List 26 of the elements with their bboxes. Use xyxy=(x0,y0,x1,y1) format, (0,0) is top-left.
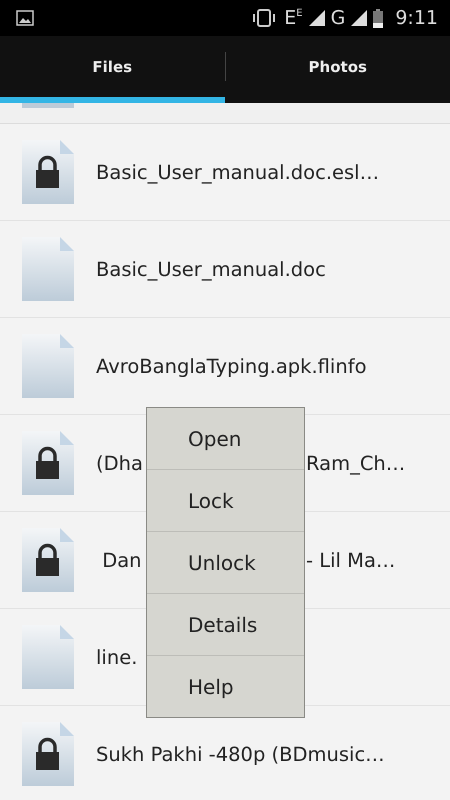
menu-item[interactable]: Lock xyxy=(147,469,304,531)
file-name: AvroBanglaTyping.apk.flinfo xyxy=(96,354,367,378)
file-name: Basic_User_manual.doc xyxy=(96,258,326,280)
locked-file-icon xyxy=(22,528,74,592)
file-name: Basic_User_manual.doc.esl… xyxy=(96,160,380,184)
menu-item[interactable]: Open xyxy=(147,408,304,469)
image-icon xyxy=(16,10,34,26)
menu-item[interactable]: Details xyxy=(147,593,304,655)
file-name: Ram_Ch… xyxy=(306,452,406,474)
locked-file-icon xyxy=(22,722,74,786)
file-name: - Lil Ma… xyxy=(306,548,396,572)
file-name: line. xyxy=(96,646,138,668)
locked-file-icon xyxy=(22,140,74,204)
battery-icon xyxy=(373,8,384,28)
file-name: Sukh Pakhi -480p (BDmusic… xyxy=(96,742,385,766)
menu-item[interactable]: Help xyxy=(147,655,304,717)
signal-icon xyxy=(308,10,325,26)
signal-icon xyxy=(351,10,368,26)
locked-file-icon xyxy=(22,431,74,495)
network-type: G xyxy=(330,8,346,28)
network-type: E$^{E}$ xyxy=(284,8,303,28)
menu-item[interactable]: Unlock xyxy=(147,531,304,593)
file-name: Dan xyxy=(101,548,142,572)
file-name: (Dha xyxy=(96,452,143,474)
tab[interactable]: Photos xyxy=(226,36,450,103)
clock: 9:11 xyxy=(395,7,438,29)
